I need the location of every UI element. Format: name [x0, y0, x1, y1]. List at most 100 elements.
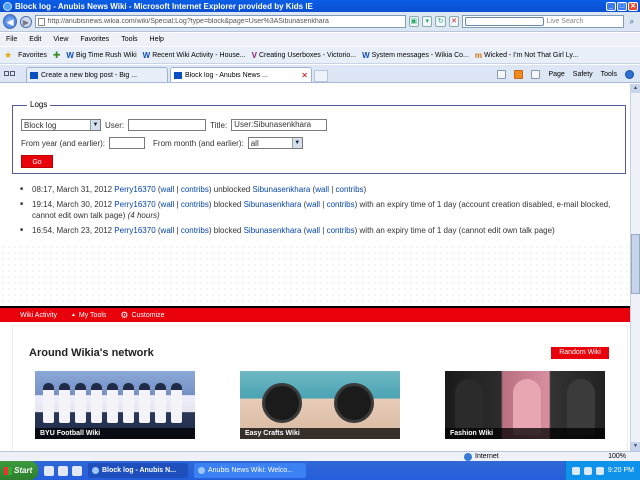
- target-contribs-link[interactable]: contribs: [327, 200, 355, 209]
- customize-link[interactable]: ⚙ Customize: [120, 310, 164, 321]
- target-contribs-link[interactable]: contribs: [327, 226, 355, 235]
- random-wiki-button[interactable]: Random Wiki: [551, 347, 609, 359]
- tab-blog-post[interactable]: Create a new blog post - Big ...: [26, 67, 168, 82]
- scroll-down-icon[interactable]: ▼: [631, 442, 640, 451]
- target-contribs-link[interactable]: contribs: [336, 185, 364, 194]
- home-icon[interactable]: [497, 70, 507, 79]
- minimize-button[interactable]: _: [606, 1, 616, 11]
- menu-view[interactable]: View: [53, 36, 68, 43]
- forward-button[interactable]: ▶: [20, 15, 32, 28]
- menu-favorites[interactable]: Favorites: [80, 36, 109, 43]
- network-tile-byu-football[interactable]: BYU Football Wiki: [35, 371, 195, 439]
- lyrics-icon: m: [474, 50, 483, 60]
- quick-launch-icon[interactable]: [72, 465, 82, 476]
- wiki-activity-link[interactable]: Wiki Activity: [20, 312, 57, 319]
- tray-icon[interactable]: [583, 466, 592, 475]
- scroll-up-icon[interactable]: ▲: [631, 84, 640, 93]
- entry-action: blocked: [213, 200, 242, 209]
- target-wall-link[interactable]: wall: [306, 226, 320, 235]
- entry-time: 08:17, March 31, 2012: [32, 185, 113, 194]
- compatibility-icon[interactable]: ▣: [408, 16, 420, 27]
- contribs-link[interactable]: contribs: [181, 200, 209, 209]
- help-icon[interactable]: [625, 70, 634, 79]
- favorite-link[interactable]: W System messages - Wikia Co...: [362, 51, 469, 60]
- quick-launch-icon[interactable]: [58, 465, 68, 476]
- network-tile-easy-crafts[interactable]: Easy Crafts Wiki: [240, 371, 400, 439]
- target-link[interactable]: Sibunasenkhara: [244, 226, 302, 235]
- taskbar-item-block-log[interactable]: Block log - Anubis N...: [88, 463, 188, 478]
- entry-time: 16:54, March 23, 2012: [32, 226, 113, 235]
- safety-menu[interactable]: Safety: [573, 71, 593, 78]
- search-icon[interactable]: ⌕: [627, 16, 637, 27]
- command-bar: Page Safety Tools: [497, 70, 640, 79]
- favorite-link[interactable]: W Recent Wiki Activity - House...: [143, 51, 246, 60]
- favorites-star-icon[interactable]: ★: [4, 50, 12, 61]
- quick-tabs-icon[interactable]: [4, 67, 24, 80]
- go-button[interactable]: Go: [21, 155, 53, 168]
- network-tile-fashion[interactable]: Fashion Wiki: [445, 371, 605, 439]
- my-tools-label: My Tools: [78, 311, 107, 319]
- user-link[interactable]: Perry16370: [114, 226, 155, 235]
- menu-file[interactable]: File: [6, 36, 17, 43]
- wall-link[interactable]: wall: [161, 185, 175, 194]
- clock[interactable]: 9:20 PM: [608, 467, 634, 474]
- log-type-select[interactable]: Block log ▼: [21, 119, 101, 131]
- maximize-button[interactable]: □: [617, 1, 627, 11]
- tray-icon[interactable]: [571, 466, 580, 475]
- new-tab-button[interactable]: [314, 70, 328, 82]
- back-button[interactable]: ◀: [3, 14, 18, 29]
- feeds-icon[interactable]: [514, 70, 524, 79]
- favorite-link[interactable]: m Wicked - I'm Not That Girl Ly...: [475, 51, 578, 60]
- print-icon[interactable]: [531, 70, 541, 79]
- tab-block-log[interactable]: Block log - Anubis News ... ✕: [170, 67, 312, 82]
- vertical-scrollbar[interactable]: ▲ ▼: [630, 84, 640, 451]
- tools-menu[interactable]: Tools: [601, 71, 617, 78]
- contribs-link[interactable]: contribs: [181, 226, 209, 235]
- user-input[interactable]: [128, 119, 207, 131]
- favorites-label[interactable]: Favorites: [18, 52, 47, 59]
- page-menu[interactable]: Page: [548, 71, 564, 78]
- search-input[interactable]: Live Search: [462, 15, 624, 28]
- entry-details: with an expiry time of 1 day (cannot edi…: [359, 226, 555, 235]
- menu-help[interactable]: Help: [150, 36, 164, 43]
- target-wall-link[interactable]: wall: [306, 200, 320, 209]
- network-title: Around Wikia's network: [29, 347, 154, 359]
- wall-link[interactable]: wall: [161, 226, 175, 235]
- menu-edit[interactable]: Edit: [29, 36, 41, 43]
- user-link[interactable]: Perry16370: [114, 185, 155, 194]
- target-wall-link[interactable]: wall: [315, 185, 329, 194]
- user-link[interactable]: Perry16370: [114, 200, 155, 209]
- close-window-button[interactable]: ✕: [628, 1, 638, 11]
- favorite-link[interactable]: W Big Time Rush Wiki: [66, 51, 136, 60]
- my-tools-menu[interactable]: ▲ My Tools: [71, 312, 106, 319]
- menu-tools[interactable]: Tools: [121, 36, 137, 43]
- start-button[interactable]: Start: [0, 461, 38, 480]
- target-link[interactable]: Sibunasenkhara: [252, 185, 310, 194]
- close-tab-icon[interactable]: ✕: [301, 71, 308, 80]
- page-icon: [37, 17, 45, 26]
- log-entry: 19:14, March 30, 2012 Perry16370 (wall |…: [20, 199, 630, 221]
- logs-form: Logs Block log ▼ User: Title: User:Sibun…: [12, 100, 626, 174]
- scroll-thumb[interactable]: [631, 234, 640, 294]
- favorite-link[interactable]: V Creating Userboxes - Victorio...: [252, 51, 356, 60]
- title-input[interactable]: User:Sibunasenkhara: [231, 119, 328, 131]
- quick-launch-icon[interactable]: [44, 465, 54, 476]
- internet-zone-icon: [464, 452, 472, 461]
- quick-launch: [44, 465, 82, 476]
- address-bar[interactable]: http://anubisnews.wikia.com/wiki/Special…: [34, 15, 406, 28]
- month-select[interactable]: all ▼: [247, 137, 303, 149]
- zoom-level[interactable]: 100%: [608, 453, 640, 460]
- tray-icon[interactable]: [595, 466, 604, 475]
- add-favorite-icon[interactable]: ✚: [53, 50, 61, 61]
- year-input[interactable]: [109, 137, 146, 149]
- taskbar-item-welcome[interactable]: Anubis News Wiki: Welco...: [194, 463, 306, 478]
- target-link[interactable]: Sibunasenkhara: [244, 200, 302, 209]
- refresh-icon[interactable]: ↻: [435, 16, 446, 27]
- url-text[interactable]: http://anubisnews.wikia.com/wiki/Special…: [48, 18, 405, 25]
- stop-icon[interactable]: ✕: [448, 16, 460, 27]
- contribs-link[interactable]: contribs: [181, 185, 209, 194]
- dropdown-arrow-icon[interactable]: ▾: [422, 16, 433, 27]
- zone-label: Internet: [475, 453, 499, 460]
- menu-bar: File Edit View Favorites Tools Help: [0, 33, 640, 46]
- wall-link[interactable]: wall: [161, 200, 175, 209]
